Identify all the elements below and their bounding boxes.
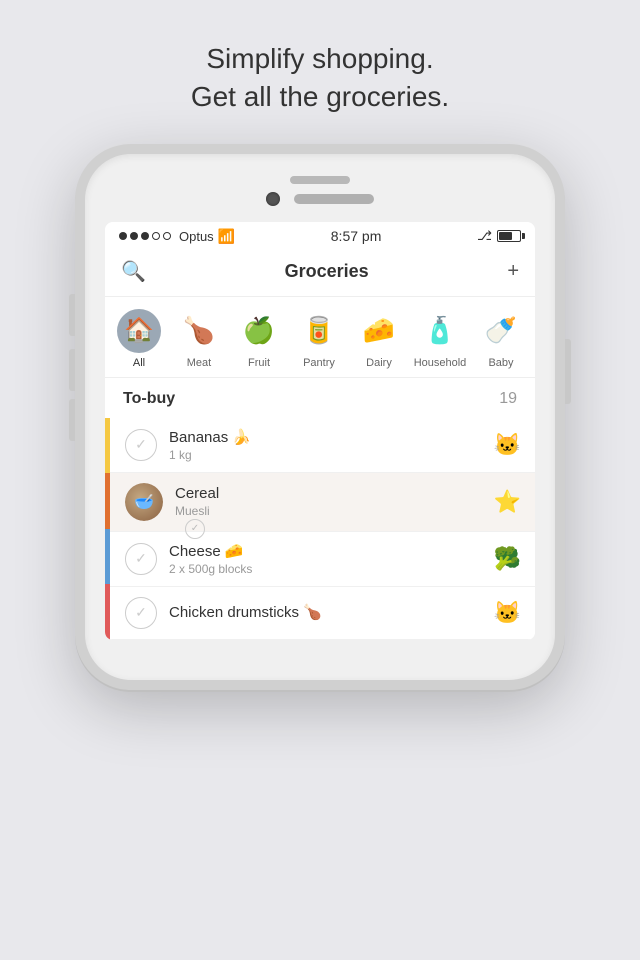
- item-badge-chicken: 🐱: [494, 600, 521, 626]
- category-bar: 🏠 All 🍗 Meat 🍏 Fruit 🥫 Pantry: [105, 297, 535, 378]
- check-bananas[interactable]: ✓: [125, 429, 157, 461]
- nav-bar: 🔍 Groceries +: [105, 251, 535, 297]
- earpiece: [294, 194, 374, 204]
- tagline-line2: Get all the groceries.: [191, 81, 449, 112]
- category-meat-icon: 🍗: [183, 315, 215, 346]
- phone-top-bar: [266, 176, 374, 206]
- category-all[interactable]: 🏠 All: [109, 305, 169, 373]
- list-item-cereal[interactable]: 🥣 ✓ Cereal Muesli ⭐: [105, 473, 535, 532]
- signal-dots: [119, 232, 171, 240]
- item-sub-bananas: 1 kg: [169, 448, 482, 462]
- category-household[interactable]: 🧴 Household: [409, 305, 471, 373]
- category-baby-icon: 🍼: [485, 315, 517, 346]
- list-item-chicken[interactable]: ✓ Chicken drumsticks 🍗 🐱: [105, 587, 535, 640]
- dot-1: [119, 232, 127, 240]
- category-fruit-icon: 🍏: [243, 315, 275, 346]
- strip-seg-2: [105, 473, 110, 529]
- color-strip: [105, 418, 110, 640]
- bluetooth-icon: ⎇: [477, 228, 492, 244]
- item-name-cheese: Cheese 🧀: [169, 542, 482, 560]
- battery-indicator: [497, 230, 521, 242]
- check-icon-chicken: ✓: [135, 604, 147, 621]
- cereal-circle: 🥣: [125, 483, 163, 521]
- speaker-grill: [290, 176, 350, 184]
- tagline: Simplify shopping. Get all the groceries…: [131, 40, 509, 116]
- category-meat-label: Meat: [187, 357, 211, 369]
- category-pantry[interactable]: 🥫 Pantry: [289, 305, 349, 373]
- item-name-chicken: Chicken drumsticks 🍗: [169, 603, 482, 621]
- check-icon-cereal: ✓: [191, 523, 199, 534]
- tagline-line1: Simplify shopping.: [206, 43, 433, 74]
- section-header: To-buy 19: [105, 378, 535, 418]
- category-all-icon-wrap: 🏠: [117, 309, 161, 353]
- grocery-list: ✓ Bananas 🍌 1 kg 🐱 🥣 ✓: [105, 418, 535, 640]
- check-cheese[interactable]: ✓: [125, 543, 157, 575]
- category-household-label: Household: [414, 357, 467, 369]
- category-dairy-icon-wrap: 🧀: [357, 309, 401, 353]
- list-item-cheese[interactable]: ✓ Cheese 🧀 2 x 500g blocks 🥦: [105, 532, 535, 587]
- dot-2: [130, 232, 138, 240]
- category-pantry-icon: 🥫: [303, 315, 335, 346]
- category-pantry-label: Pantry: [303, 357, 335, 369]
- category-pantry-icon-wrap: 🥫: [297, 309, 341, 353]
- category-fruit[interactable]: 🍏 Fruit: [229, 305, 289, 373]
- status-left: Optus 📶: [119, 228, 235, 245]
- item-sub-cheese: 2 x 500g blocks: [169, 562, 482, 576]
- category-fruit-icon-wrap: 🍏: [237, 309, 281, 353]
- strip-seg-4: [105, 584, 110, 640]
- category-meat[interactable]: 🍗 Meat: [169, 305, 229, 373]
- nav-title: Groceries: [285, 261, 369, 282]
- category-meat-icon-wrap: 🍗: [177, 309, 221, 353]
- dot-3: [141, 232, 149, 240]
- category-dairy[interactable]: 🧀 Dairy: [349, 305, 409, 373]
- category-baby-label: Baby: [488, 357, 513, 369]
- item-info-chicken: Chicken drumsticks 🍗: [169, 603, 482, 623]
- dot-4: [152, 232, 160, 240]
- item-info-bananas: Bananas 🍌 1 kg: [169, 428, 482, 462]
- category-dairy-label: Dairy: [366, 357, 392, 369]
- screen: Optus 📶 8:57 pm ⎇ 🔍 Groceries +: [105, 222, 535, 640]
- cereal-icon: 🥣: [134, 492, 154, 512]
- item-badge-cheese: 🥦: [494, 546, 521, 572]
- status-bar: Optus 📶 8:57 pm ⎇: [105, 222, 535, 251]
- item-badge-bananas: 🐱: [494, 432, 521, 458]
- check-cereal[interactable]: ✓: [185, 519, 205, 539]
- category-dairy-icon: 🧀: [363, 315, 395, 346]
- category-household-icon: 🧴: [424, 315, 456, 346]
- list-item-bananas[interactable]: ✓ Bananas 🍌 1 kg 🐱: [105, 418, 535, 473]
- check-icon-cheese: ✓: [135, 550, 147, 567]
- item-info-cereal: Cereal Muesli: [175, 485, 482, 518]
- item-name-bananas: Bananas 🍌: [169, 428, 482, 446]
- strip-seg-3: [105, 529, 110, 585]
- item-name-cereal: Cereal: [175, 485, 482, 502]
- search-button[interactable]: 🔍: [121, 259, 146, 284]
- status-time: 8:57 pm: [331, 228, 382, 244]
- category-all-icon: 🏠: [124, 316, 154, 345]
- category-fruit-label: Fruit: [248, 357, 270, 369]
- category-all-label: All: [133, 357, 145, 369]
- strip-seg-1: [105, 418, 110, 474]
- section-title: To-buy: [123, 390, 175, 408]
- wifi-icon: 📶: [218, 228, 235, 245]
- check-chicken[interactable]: ✓: [125, 597, 157, 629]
- item-sub-cereal: Muesli: [175, 504, 482, 518]
- category-baby-icon-wrap: 🍼: [479, 309, 523, 353]
- add-button[interactable]: +: [507, 260, 519, 283]
- item-thumb-cereal: 🥣: [125, 483, 163, 521]
- phone-shell: Optus 📶 8:57 pm ⎇ 🔍 Groceries +: [75, 144, 565, 690]
- carrier-label: Optus: [179, 229, 214, 244]
- section-count: 19: [499, 390, 517, 408]
- item-info-cheese: Cheese 🧀 2 x 500g blocks: [169, 542, 482, 576]
- status-right: ⎇: [477, 228, 521, 244]
- dot-5: [163, 232, 171, 240]
- item-badge-cereal: ⭐: [494, 489, 521, 515]
- category-household-icon-wrap: 🧴: [418, 309, 462, 353]
- check-icon-bananas: ✓: [135, 436, 147, 453]
- category-baby[interactable]: 🍼 Baby: [471, 305, 531, 373]
- camera: [266, 192, 280, 206]
